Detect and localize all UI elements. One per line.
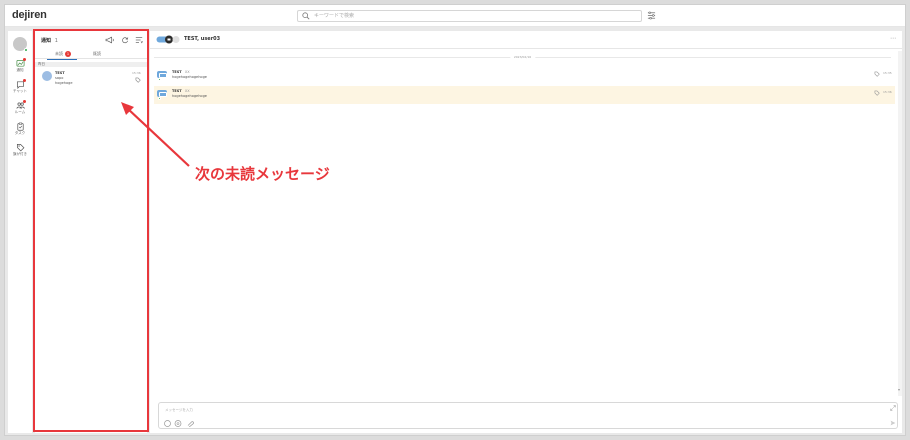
date-section-header: 昨日 [35,62,147,67]
message-row-highlighted[interactable]: TEST XX hogehogehogehoge 15:36 [154,86,895,104]
nav-item-task[interactable]: タスク [8,122,32,136]
top-bar: dejiren キーワードで検索 [5,5,905,27]
nav-item-room[interactable]: ルーム [8,100,32,115]
notification-tabs: 未読 1 既読 [35,49,147,60]
refresh-icon[interactable] [121,36,129,44]
annotation-arrow [121,102,190,167]
tag-icon[interactable] [135,77,141,83]
nav-label: タスク [14,131,26,135]
chat-header: TEST, user03 ⋯ [150,31,902,49]
notification-preview: hogehoge [55,81,73,85]
search-icon [302,12,310,20]
notification-count: 1 [54,38,58,44]
tab-unread[interactable]: 未読 [47,51,77,60]
notification-time: 15:36 [132,71,141,75]
online-status-dot [158,78,161,81]
search-placeholder: キーワードで検索 [314,13,355,19]
message-time: 15:35 [883,71,892,75]
notification-panel-title: 通知 1 [41,37,58,44]
notification-item[interactable]: TEST sapo hogehoge 15:36 [35,68,147,90]
nav-item-notifications[interactable]: 通知 [8,58,32,73]
sender-avatar [157,71,167,81]
more-options-icon[interactable]: ⋯ [890,35,896,42]
nav-badge [23,58,26,61]
megaphone-icon[interactable] [105,36,115,44]
scrollbar[interactable] [898,51,902,396]
attach-icon [187,421,194,427]
sender-name: TEST XX [172,70,190,74]
message-text: hogehogehogehoge [172,94,207,98]
nav-badge [23,100,26,103]
scroll-down-icon[interactable]: ▾ [898,387,900,392]
tag-icon[interactable] [874,71,880,77]
nav-label: チャット [13,89,27,93]
search-input[interactable]: キーワードで検索 [297,10,642,22]
nav-item-flagged[interactable]: 旗が付き [8,143,32,157]
expand-icon[interactable] [890,405,896,411]
notification-subtitle: sapo [55,76,64,80]
filter-settings-icon[interactable] [647,11,656,20]
nav-item-chat[interactable]: チャット [8,79,32,94]
sender-name-text: TEST [172,70,182,74]
notification-title: TEST [55,71,65,75]
unread-count-badge: 1 [65,51,71,57]
send-icon[interactable] [890,420,896,426]
date-divider: 2023/02/16 [150,55,895,59]
sort-filter-icon[interactable] [135,36,143,44]
message-row[interactable]: TEST XX hogehogehogehoge 15:35 [154,67,895,85]
left-nav: 通知 チャット ルーム タスク 旗が付き [8,31,32,433]
chat-title: TEST, user03 [184,36,221,42]
room-members-icon[interactable] [156,35,180,44]
nav-label: ルーム [14,110,26,114]
user-avatar[interactable] [13,37,28,52]
sender-suffix: XX [184,70,190,74]
clipboard-icon [16,122,24,131]
app-window: dejiren キーワードで検索 通知 チャット ルーム タスク 旗が付き 通知… [4,4,906,436]
sender-name: TEST XX [172,89,190,93]
tab-read[interactable]: 既読 [93,51,101,57]
composer-placeholder: メッセージを入力 [165,408,193,412]
date-label: 2023/02/16 [509,55,536,59]
nav-label: 旗が付き [13,152,27,156]
sender-name-text: TEST [172,89,182,93]
room-avatar [42,71,52,81]
online-status-dot [24,48,28,52]
nav-label: 通知 [16,68,24,72]
sender-suffix: XX [184,89,190,93]
message-composer[interactable]: メッセージを入力 [158,402,898,429]
mention-icon [174,420,182,427]
panel-title-text: 通知 [41,38,52,44]
sender-avatar [157,90,167,100]
app-logo[interactable]: dejiren [12,9,47,21]
nav-badge [23,79,26,82]
tag-icon [16,143,24,152]
annotation-text: 次の未読メッセージ [195,165,330,183]
tag-icon[interactable] [874,90,880,96]
message-time: 15:36 [883,90,892,94]
message-text: hogehogehogehoge [172,75,207,79]
composer-toolbar [164,420,194,427]
emoji-icon [164,420,171,427]
chat-pane: TEST, user03 ⋯ 2023/02/16 TEST XX hogeho… [150,31,902,433]
notification-panel: 通知 1 未読 1 既読 昨日 TEST sapo hogehoge 15:36 [35,31,147,433]
